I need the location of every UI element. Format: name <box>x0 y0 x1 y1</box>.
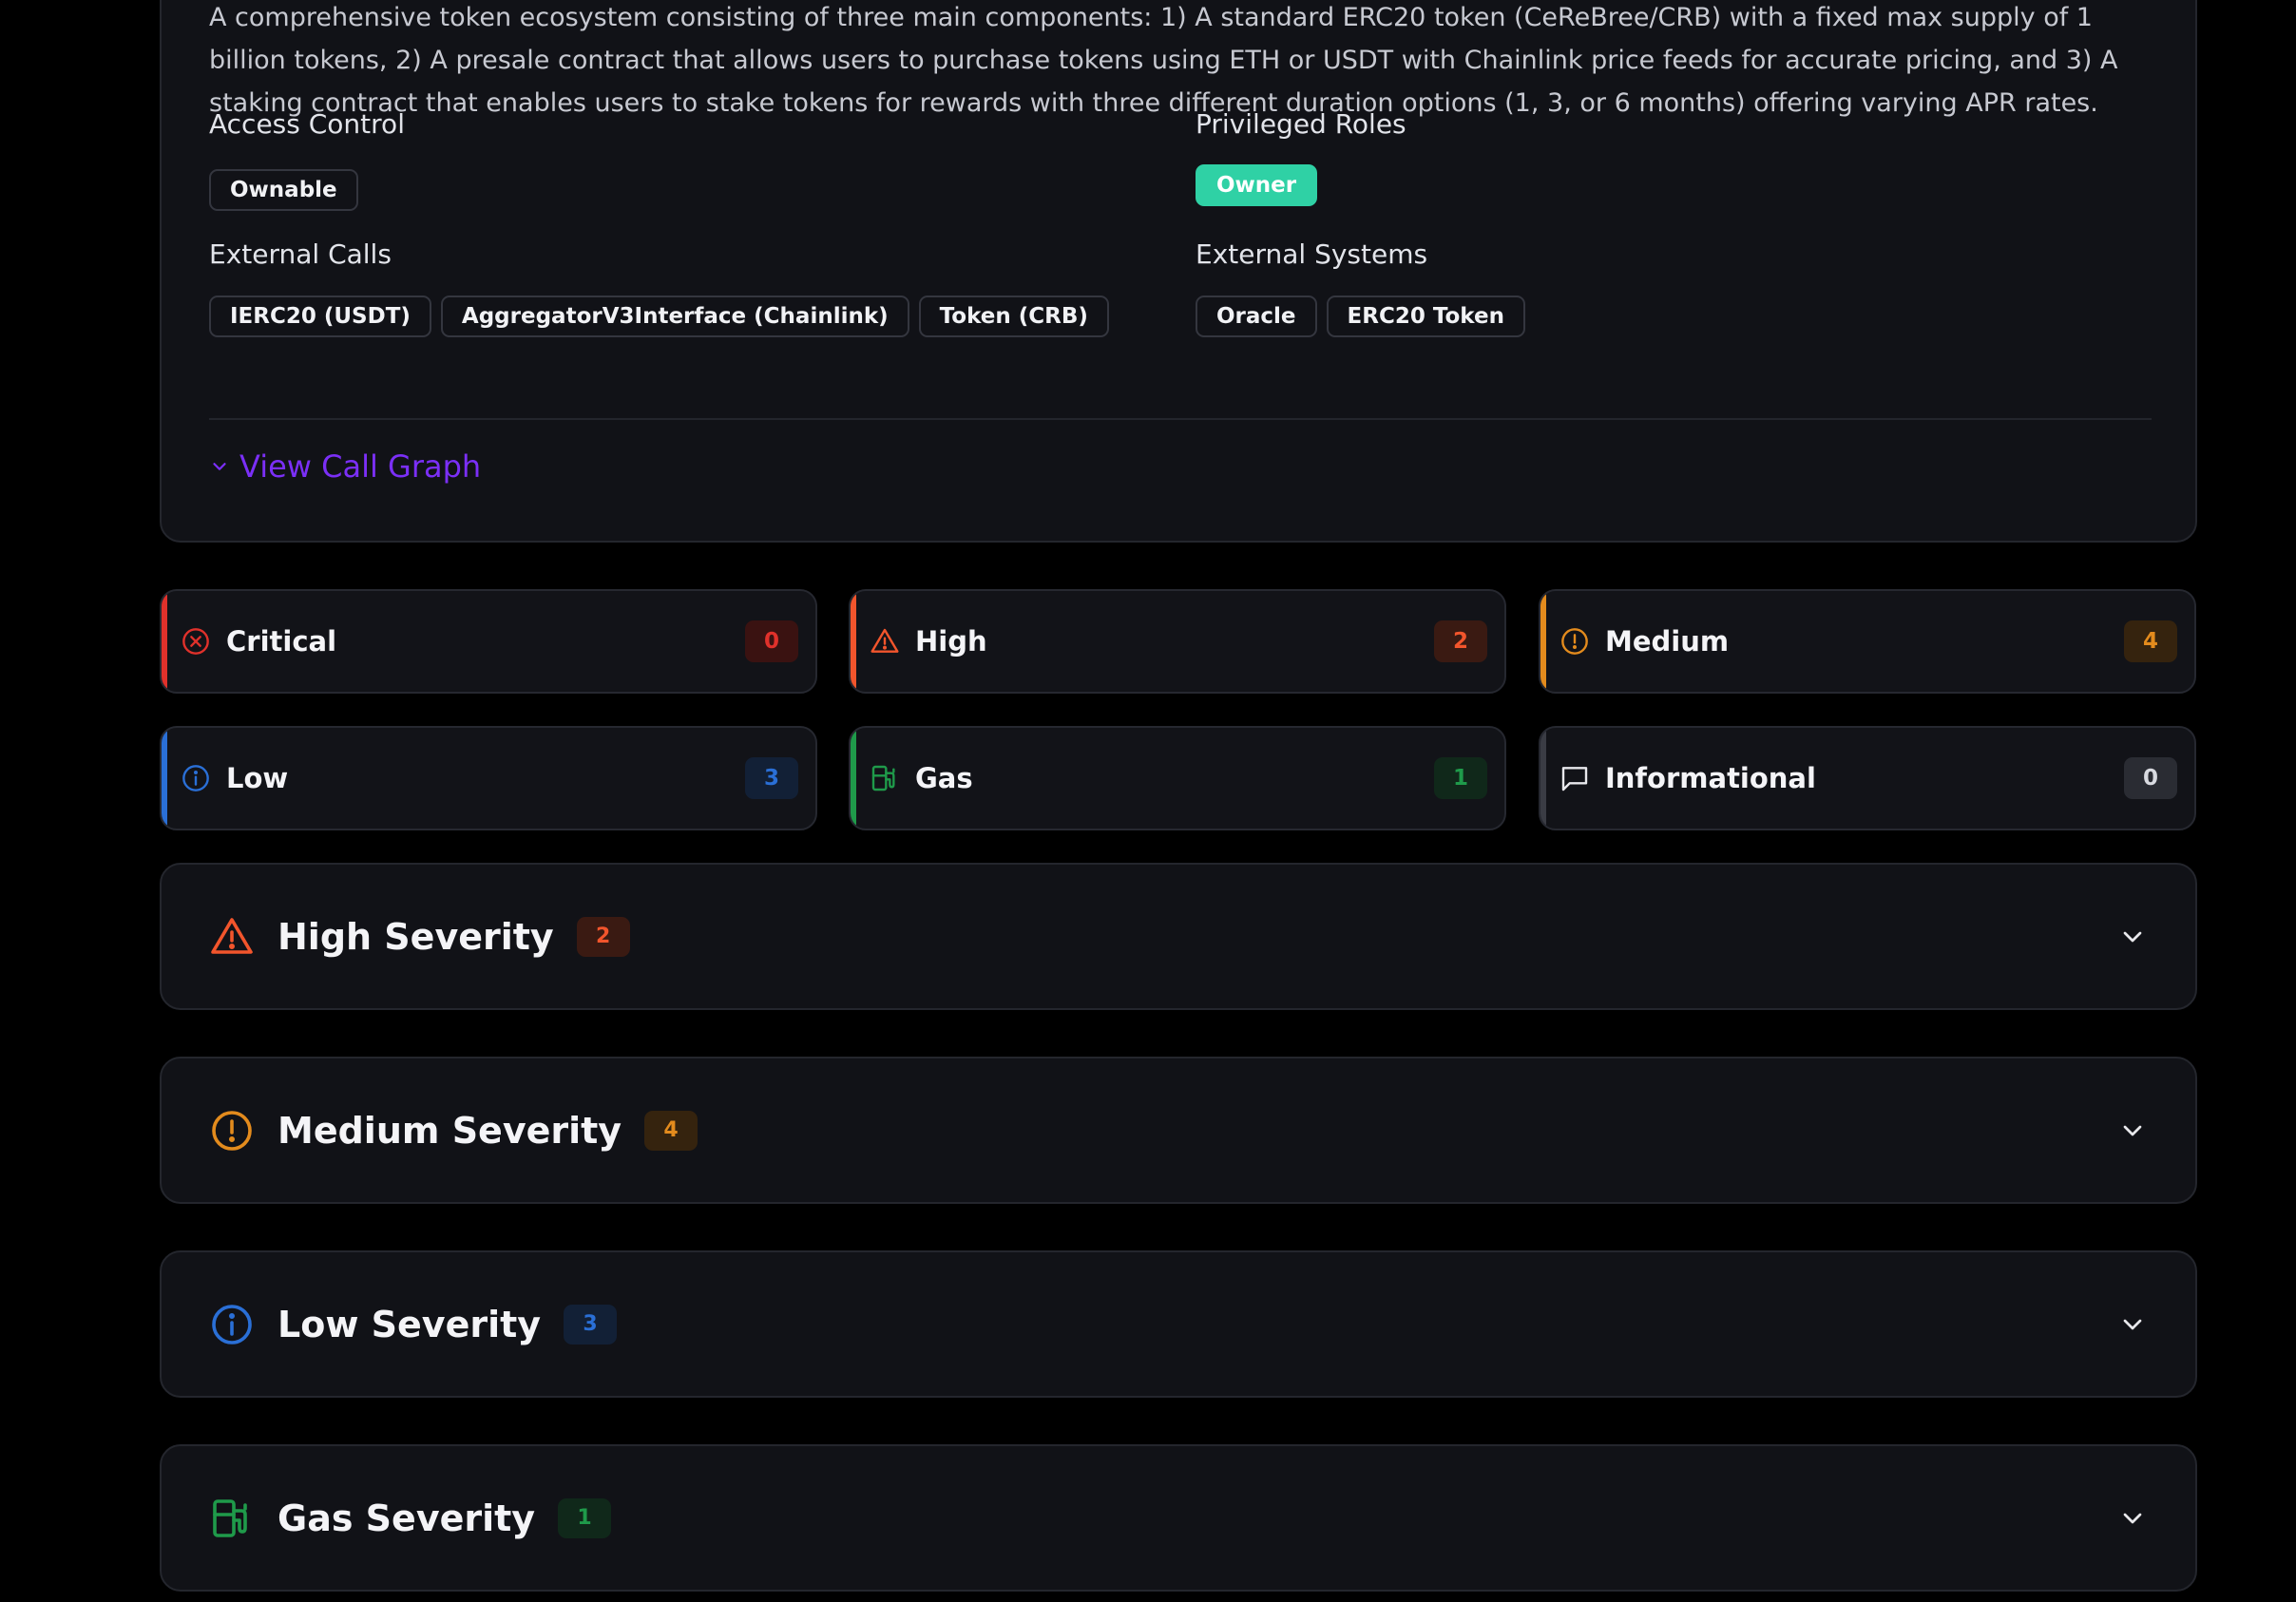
chevron-down-icon[interactable] <box>2117 1116 2148 1146</box>
info-icon <box>212 1304 252 1345</box>
summary-card-high[interactable]: High 2 <box>849 589 1506 694</box>
summary-name: Informational <box>1605 762 1816 794</box>
summary-card-medium[interactable]: Medium 4 <box>1539 589 2196 694</box>
chip-oracle: Oracle <box>1196 296 1317 337</box>
contract-overview-card: A comprehensive token ecosystem consisti… <box>160 0 2197 543</box>
summary-name: Low <box>226 762 289 794</box>
count-badge: 1 <box>558 1497 612 1538</box>
view-call-graph-toggle[interactable]: View Call Graph <box>209 448 481 485</box>
overview-divider <box>209 418 2152 420</box>
chevron-down-icon[interactable] <box>2117 1503 2148 1534</box>
audit-report-page: A comprehensive token ecosystem consisti… <box>0 0 2296 1602</box>
count-badge: 0 <box>2124 757 2177 799</box>
chip-token-crb: Token (CRB) <box>918 296 1109 337</box>
section-low-severity[interactable]: Low Severity 3 <box>160 1250 2197 1398</box>
summary-name: Critical <box>226 625 337 658</box>
fuel-icon <box>871 765 895 791</box>
access-control-chips: Ownable <box>209 169 358 211</box>
section-gas-severity[interactable]: Gas Severity 1 <box>160 1444 2197 1592</box>
contract-description: A comprehensive token ecosystem consisti… <box>209 3 2118 118</box>
summary-name: Gas <box>915 762 973 794</box>
x-circle-icon <box>182 628 209 655</box>
summary-name: High <box>915 625 987 658</box>
privileged-roles-chips: Owner <box>1196 164 1318 206</box>
section-title: Low Severity <box>277 1303 542 1345</box>
section-title: Gas Severity <box>277 1497 536 1539</box>
access-control-label: Access Control <box>209 108 405 140</box>
count-badge: 3 <box>564 1304 618 1345</box>
chip-aggregator-chainlink: AggregatorV3Interface (Chainlink) <box>440 296 909 337</box>
external-systems-label: External Systems <box>1196 238 1428 270</box>
count-badge: 2 <box>576 916 630 957</box>
count-badge: 4 <box>644 1110 698 1151</box>
chip-ownable: Ownable <box>209 169 358 211</box>
external-systems-chips: Oracle ERC20 Token <box>1196 296 1525 337</box>
chevron-down-icon[interactable] <box>2117 922 2148 952</box>
info-icon <box>182 765 209 791</box>
section-high-severity[interactable]: High Severity 2 <box>160 863 2197 1010</box>
count-badge: 4 <box>2124 620 2177 662</box>
message-square-icon <box>1561 767 1588 791</box>
section-title: High Severity <box>277 915 554 958</box>
summary-card-gas[interactable]: Gas 1 <box>849 726 1506 830</box>
section-title: Medium Severity <box>277 1109 622 1152</box>
count-badge: 2 <box>1434 620 1487 662</box>
summary-name: Medium <box>1605 625 1730 658</box>
external-calls-label: External Calls <box>209 238 392 270</box>
count-badge: 0 <box>745 620 798 662</box>
chip-owner: Owner <box>1196 164 1318 206</box>
chevron-down-icon <box>213 463 226 470</box>
privileged-roles-label: Privileged Roles <box>1196 108 1406 140</box>
chip-ierc20-usdt: IERC20 (USDT) <box>209 296 431 337</box>
summary-card-informational[interactable]: Informational 0 <box>1539 726 2196 830</box>
count-badge: 3 <box>745 757 798 799</box>
alert-circle-icon <box>1561 628 1588 655</box>
external-calls-chips: IERC20 (USDT) AggregatorV3Interface (Cha… <box>209 296 1109 337</box>
chip-erc20-token: ERC20 Token <box>1326 296 1525 337</box>
fuel-icon <box>213 1498 247 1537</box>
chevron-down-icon[interactable] <box>2117 1309 2148 1340</box>
alert-triangle-icon <box>211 917 253 954</box>
view-call-graph-label: View Call Graph <box>239 448 482 485</box>
summary-card-critical[interactable]: Critical 0 <box>160 589 817 694</box>
alert-circle-icon <box>212 1110 252 1151</box>
count-badge: 1 <box>1434 757 1487 799</box>
section-medium-severity[interactable]: Medium Severity 4 <box>160 1057 2197 1204</box>
alert-triangle-icon <box>871 628 899 653</box>
summary-card-low[interactable]: Low 3 <box>160 726 817 830</box>
